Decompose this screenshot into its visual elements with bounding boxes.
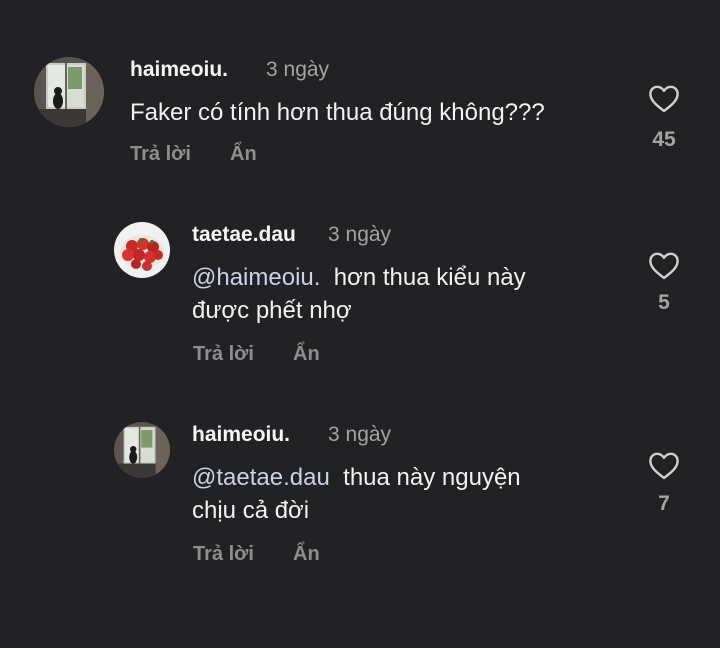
- comment-timestamp: 3 ngày: [328, 423, 392, 446]
- comment-timestamp: 3 ngày: [266, 58, 330, 81]
- comment-text: @taetae.dau thua này nguyện chịu cả đời: [192, 461, 612, 527]
- heart-outline-icon[interactable]: [647, 250, 681, 280]
- comment-text-line2: chịu cả đời: [192, 497, 310, 524]
- avatar[interactable]: [34, 57, 104, 127]
- reply-button[interactable]: Trả lời: [130, 143, 191, 166]
- comment-text: Faker có tính hơn thua đúng không???: [130, 96, 630, 129]
- comment-timestamp: 3 ngày: [328, 223, 392, 246]
- hide-button[interactable]: Ẩn: [293, 543, 320, 566]
- comment-text-content: Faker có tính hơn thua đúng không???: [130, 99, 545, 126]
- window-photo-image: [114, 422, 170, 478]
- strawberries-photo-image: [114, 222, 170, 278]
- heart-outline-icon[interactable]: [647, 450, 681, 480]
- mention-link[interactable]: @taetae.dau: [192, 464, 330, 491]
- comment-text-line2: được phết nhợ: [192, 297, 352, 324]
- like-count: 7: [658, 492, 670, 515]
- mention-link[interactable]: @haimeoiu.: [192, 264, 320, 291]
- hide-button[interactable]: Ẩn: [293, 343, 320, 366]
- window-photo-image: [34, 57, 104, 127]
- avatar[interactable]: [114, 222, 170, 278]
- comment-username[interactable]: taetae.dau: [192, 223, 296, 247]
- reply-comment: haimeoiu. 3 ngày @taetae.dau thua này ng…: [0, 400, 720, 600]
- comment-text-line1: hơn thua kiểu này: [333, 264, 526, 291]
- like-count: 5: [658, 291, 670, 314]
- like-count: 45: [652, 128, 676, 151]
- comment: haimeoiu. 3 ngày Faker có tính hơn thua …: [0, 0, 720, 200]
- avatar[interactable]: [114, 422, 170, 478]
- comment-text: @haimeoiu. hơn thua kiểu này được phết n…: [192, 261, 612, 327]
- hide-button[interactable]: Ẩn: [230, 143, 257, 166]
- reply-comment: taetae.dau 3 ngày @haimeoiu. hơn thua ki…: [0, 200, 720, 400]
- comment-username[interactable]: haimeoiu.: [130, 58, 228, 82]
- reply-button[interactable]: Trả lời: [193, 543, 254, 566]
- comment-text-line1: thua này nguyện: [343, 464, 521, 491]
- reply-button[interactable]: Trả lời: [193, 343, 254, 366]
- comment-username[interactable]: haimeoiu.: [192, 423, 290, 447]
- heart-outline-icon[interactable]: [647, 83, 681, 113]
